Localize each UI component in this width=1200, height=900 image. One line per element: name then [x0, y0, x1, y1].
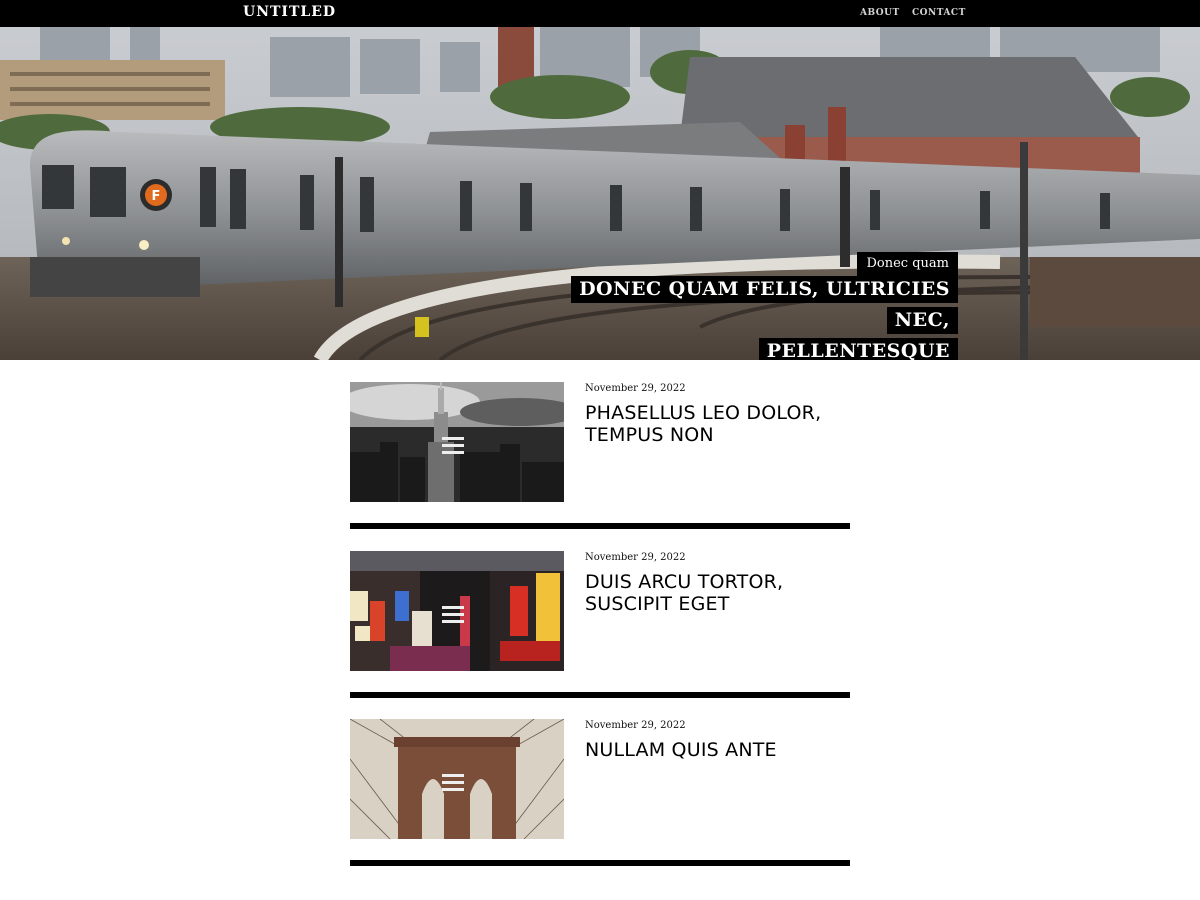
post-date: November 29, 2022 [585, 552, 686, 563]
hero-title[interactable]: DONEC QUAM FELIS, ULTRICIES NEC, PELLENT… [518, 274, 958, 360]
hero-title-line-2[interactable]: PELLENTESQUE [758, 338, 958, 360]
post-divider [350, 860, 850, 866]
post-date: November 29, 2022 [585, 720, 686, 731]
hero-banner[interactable]: F Donec quam DONEC QUAM FELIS, ULTRICIES… [0, 27, 1200, 360]
site-brand-link[interactable]: UNTITLED [243, 4, 336, 20]
hero-title-line-1[interactable]: DONEC QUAM FELIS, ULTRICIES NEC, [571, 276, 958, 334]
post-divider [350, 692, 850, 698]
train-badge-letter: F [152, 189, 161, 204]
post-title-link[interactable]: DUIS ARCU TORTOR, SUSCIPIT EGET [585, 571, 850, 615]
post-thumbnail-times-square[interactable] [350, 551, 564, 671]
nav-contact-link[interactable]: CONTACT [912, 8, 966, 18]
post-image-empire-state [350, 382, 564, 502]
post-thumbnail-empire-state[interactable] [350, 382, 564, 502]
post-thumbnail-brooklyn-bridge[interactable] [350, 719, 564, 839]
top-nav-bar: UNTITLED ABOUT CONTACT [0, 0, 1200, 27]
post-image-brooklyn-bridge [350, 719, 564, 839]
nav-about-link[interactable]: ABOUT [860, 8, 900, 18]
post-card: November 29, 2022 PHASELLUS LEO DOLOR, T… [350, 382, 850, 550]
post-title-link[interactable]: NULLAM QUIS ANTE [585, 739, 850, 761]
post-date: November 29, 2022 [585, 383, 686, 394]
hero-kicker: Donec quam [857, 252, 958, 276]
post-card: November 29, 2022 DUIS ARCU TORTOR, SUSC… [350, 551, 850, 719]
post-divider [350, 523, 850, 529]
post-card: November 29, 2022 NULLAM QUIS ANTE [350, 719, 850, 887]
post-image-times-square [350, 551, 564, 671]
post-title-link[interactable]: PHASELLUS LEO DOLOR, TEMPUS NON [585, 402, 850, 446]
